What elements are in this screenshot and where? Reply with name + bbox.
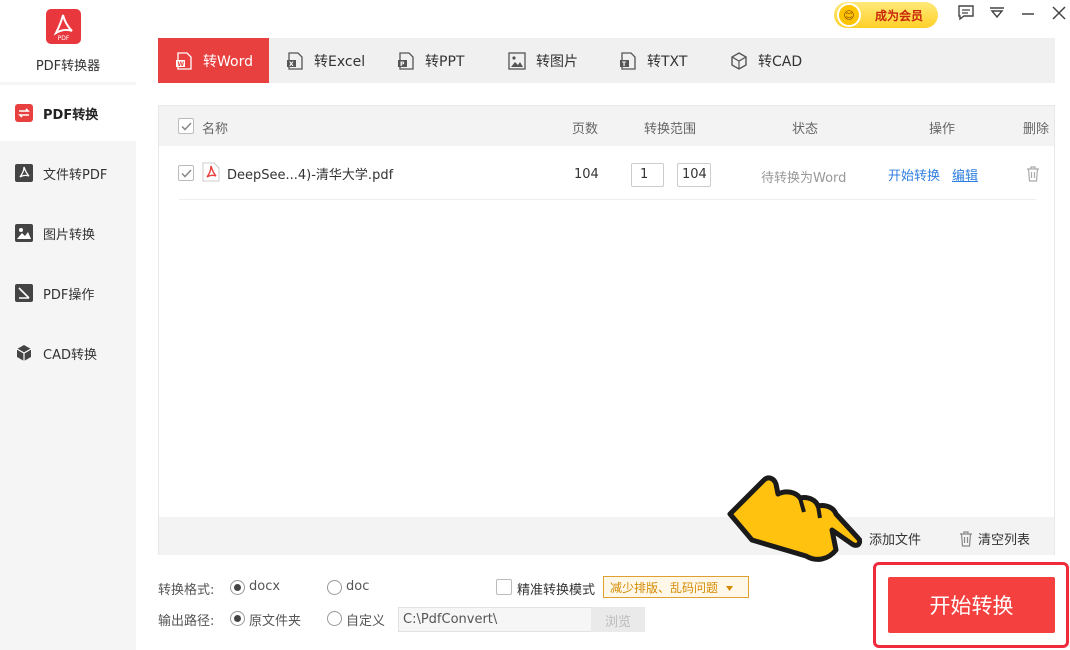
browse-button[interactable]: 浏览 xyxy=(591,607,645,632)
image-icon xyxy=(14,223,34,243)
sidebar-item-file-to-pdf[interactable]: 文件转PDF xyxy=(0,145,136,201)
tab-to-image[interactable]: 转图片 xyxy=(507,38,578,83)
vip-label: 成为会员 xyxy=(875,8,924,23)
sidebar-item-pdf-convert[interactable]: PDF转换 xyxy=(0,85,136,141)
format-doc-label: doc xyxy=(346,579,370,594)
dropdown-icon[interactable] xyxy=(986,2,1008,24)
tab-to-word[interactable]: W 转Word xyxy=(158,38,269,83)
format-doc-radio[interactable] xyxy=(327,580,342,595)
header-status: 状态 xyxy=(792,122,819,137)
tab-label: 转CAD xyxy=(758,53,803,70)
header-actions: 操作 xyxy=(929,122,956,137)
table-header: 名称 页数 转换范围 状态 操作 删除 xyxy=(159,106,1054,146)
app-name: PDF转换器 xyxy=(35,59,101,74)
range-from-input[interactable]: 1 xyxy=(631,163,664,187)
precise-tip-text: 减少排版、乱码问题 xyxy=(610,581,719,595)
row-checkbox[interactable] xyxy=(178,165,194,181)
file-pages: 104 xyxy=(574,167,599,182)
minimize-icon[interactable] xyxy=(1017,2,1039,24)
header-delete: 删除 xyxy=(1023,122,1050,137)
app-logo: PDF xyxy=(46,9,81,44)
output-path-input[interactable]: C:\PdfConvert\ xyxy=(398,607,592,632)
svg-text:W: W xyxy=(178,61,185,68)
sidebar-item-label: PDF转换 xyxy=(43,107,99,123)
format-label: 转换格式: xyxy=(158,583,215,598)
select-all-checkbox[interactable] xyxy=(178,118,194,134)
clear-list-label: 清空列表 xyxy=(978,533,1031,548)
tab-to-ppt[interactable]: P 转PPT xyxy=(396,38,464,83)
check-icon xyxy=(180,121,192,131)
message-icon[interactable] xyxy=(955,2,977,24)
app-logo-area: PDF PDF转换器 xyxy=(0,0,136,82)
sidebar-item-image-convert[interactable]: 图片转换 xyxy=(0,205,136,261)
status-text: 待转换为Word xyxy=(761,171,847,186)
start-convert-button[interactable]: 开始转换 xyxy=(888,577,1055,633)
tab-to-cad[interactable]: 转CAD xyxy=(729,38,802,83)
start-convert-link[interactable]: 开始转换 xyxy=(888,165,940,184)
txt-icon: T xyxy=(618,51,638,71)
clear-list-button[interactable]: 清空列表 xyxy=(959,529,1030,548)
table-row: DeepSee...4)-清华大学.pdf 104 1 104 待转换为Word… xyxy=(178,146,1039,200)
pdf-file-icon xyxy=(202,162,220,186)
trash-icon xyxy=(960,530,972,547)
sidebar-item-pdf-operations[interactable]: PDF操作 xyxy=(0,265,136,321)
sidebar-item-label: 图片转换 xyxy=(43,227,96,243)
cube-icon xyxy=(14,343,34,363)
vip-button[interactable]: 😊 成为会员 xyxy=(834,2,938,28)
add-file-label: 添加文件 xyxy=(869,533,922,548)
chevron-down-icon xyxy=(725,586,733,591)
list-footer: 添加文件 清空列表 xyxy=(159,517,1054,555)
tab-label: 转图片 xyxy=(536,53,578,70)
output-custom-label: 自定义 xyxy=(346,614,386,629)
pdf-file-icon xyxy=(14,163,34,183)
svg-text:P: P xyxy=(400,61,405,68)
precise-mode-label: 精准转换模式 xyxy=(517,583,596,598)
picture-icon xyxy=(507,51,527,71)
excel-icon: X xyxy=(285,51,305,71)
header-range: 转换范围 xyxy=(644,122,697,137)
tab-to-excel[interactable]: X 转Excel xyxy=(285,38,365,83)
precise-mode-checkbox[interactable] xyxy=(496,579,512,595)
check-icon xyxy=(180,168,192,178)
file-name: DeepSee...4)-清华大学.pdf xyxy=(227,168,394,183)
header-name: 名称 xyxy=(202,122,229,137)
sidebar-item-label: 文件转PDF xyxy=(43,167,108,183)
sidebar-item-label: PDF操作 xyxy=(43,287,95,303)
ppt-icon: P xyxy=(396,51,416,71)
pointing-hand-icon xyxy=(727,475,863,562)
delete-icon[interactable] xyxy=(1026,166,1040,186)
output-original-label: 原文件夹 xyxy=(249,614,302,629)
format-docx-radio[interactable] xyxy=(230,580,245,595)
cad-icon xyxy=(729,51,749,71)
edit-link[interactable]: 编辑 xyxy=(952,165,978,184)
output-original-radio[interactable] xyxy=(230,611,245,626)
sidebar-item-cad-convert[interactable]: CAD转换 xyxy=(0,325,136,381)
word-icon: W xyxy=(174,51,194,71)
output-path-label: 输出路径: xyxy=(158,614,215,629)
file-list-panel: 名称 页数 转换范围 状态 操作 删除 DeepSee...4)-清华大学.pd… xyxy=(158,105,1055,555)
sidebar-item-label: CAD转换 xyxy=(43,347,97,363)
format-docx-label: docx xyxy=(249,579,281,594)
svg-text:X: X xyxy=(289,61,294,68)
convert-icon xyxy=(14,103,34,123)
tab-label: 转TXT xyxy=(647,53,688,70)
tab-label: 转Excel xyxy=(314,53,366,70)
conversion-tabbar: W 转Word X 转Excel P 转PPT 转图片 T 转TXT 转CAD xyxy=(158,38,1055,83)
output-custom-radio[interactable] xyxy=(327,611,342,626)
sidebar: PDF PDF转换器 PDF转换 文件转PDF 图片转换 PDF操作 CAD转换 xyxy=(0,0,136,650)
tab-label: 转PPT xyxy=(425,53,465,70)
tab-to-txt[interactable]: T 转TXT xyxy=(618,38,687,83)
range-to-input[interactable]: 104 xyxy=(677,163,711,187)
precise-tip-badge[interactable]: 减少排版、乱码问题 xyxy=(603,576,749,598)
pdf-edit-icon xyxy=(14,283,34,303)
logo-text: PDF xyxy=(57,35,70,42)
vip-face-icon: 😊 xyxy=(837,3,861,27)
close-icon[interactable] xyxy=(1048,2,1070,24)
tab-label: 转Word xyxy=(203,53,253,70)
header-pages: 页数 xyxy=(572,122,599,137)
